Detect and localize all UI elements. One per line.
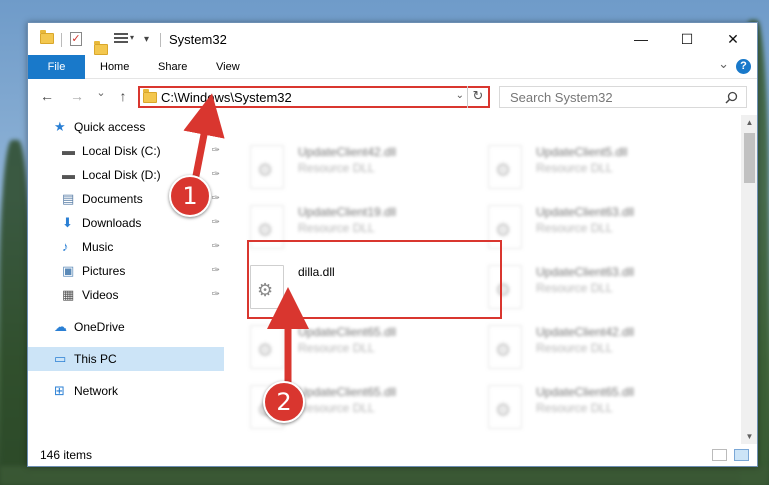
callout-badge-2: 2 <box>263 381 305 423</box>
callout-badge-1: 1 <box>169 175 211 217</box>
callout-arrows <box>183 93 309 386</box>
